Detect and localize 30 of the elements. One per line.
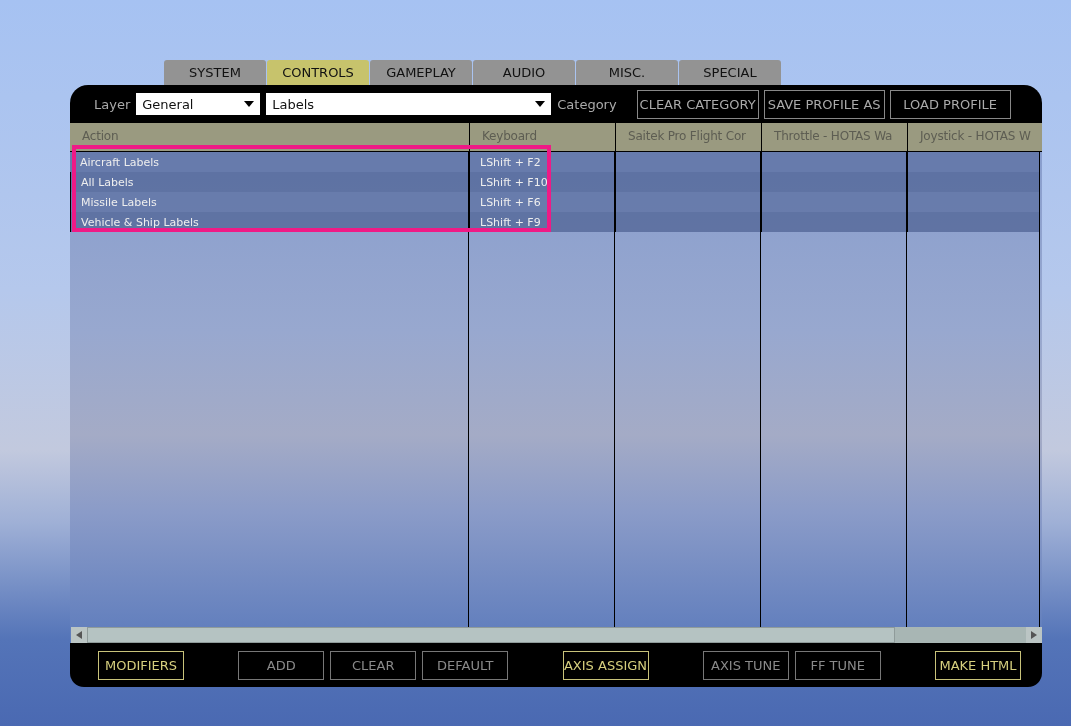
caret-icon (535, 101, 546, 107)
table-cell: LShift + F2 (469, 152, 615, 172)
toolbar-button[interactable]: SAVE PROFILE AS (763, 89, 885, 119)
toolbar-button[interactable]: CLEAR CATEGORY (636, 89, 759, 119)
action-button[interactable]: MAKE HTML (935, 650, 1021, 680)
caret-icon (244, 101, 255, 107)
table-cell: Missile Labels (70, 192, 469, 212)
tab[interactable]: GAMEPLAY (370, 60, 472, 85)
table-cell: LShift + F10 (469, 172, 615, 192)
tab[interactable]: CONTROLS (267, 60, 369, 85)
toolbar-button[interactable]: LOAD PROFILE (889, 89, 1011, 119)
scroll-thumb[interactable] (87, 627, 895, 643)
scroll-right-icon[interactable] (1026, 627, 1042, 643)
scroll-left-icon[interactable] (71, 627, 87, 643)
table-cell: LShift + F6 (469, 192, 615, 212)
layer-label: Layer (94, 96, 131, 112)
table-cell: LShift + F9 (469, 212, 615, 232)
category-dropdown[interactable]: Labels (266, 93, 552, 115)
tab[interactable]: AUDIO (473, 60, 575, 85)
layer-dropdown[interactable]: General (136, 93, 261, 115)
action-button[interactable]: AXIS ASSIGN (562, 650, 649, 680)
horizontal-scrollbar[interactable] (71, 627, 1042, 643)
table-cell: Aircraft Labels (70, 152, 469, 172)
tab[interactable]: MISC. (576, 60, 678, 85)
table-cell: All Labels (70, 172, 469, 192)
tab[interactable]: SYSTEM (164, 60, 266, 85)
table-cell: Vehicle & Ship Labels (70, 212, 469, 232)
action-button[interactable]: MODIFIERS (98, 650, 184, 680)
category-label: Category (557, 96, 617, 112)
tab[interactable]: SPECIAL (679, 60, 781, 85)
